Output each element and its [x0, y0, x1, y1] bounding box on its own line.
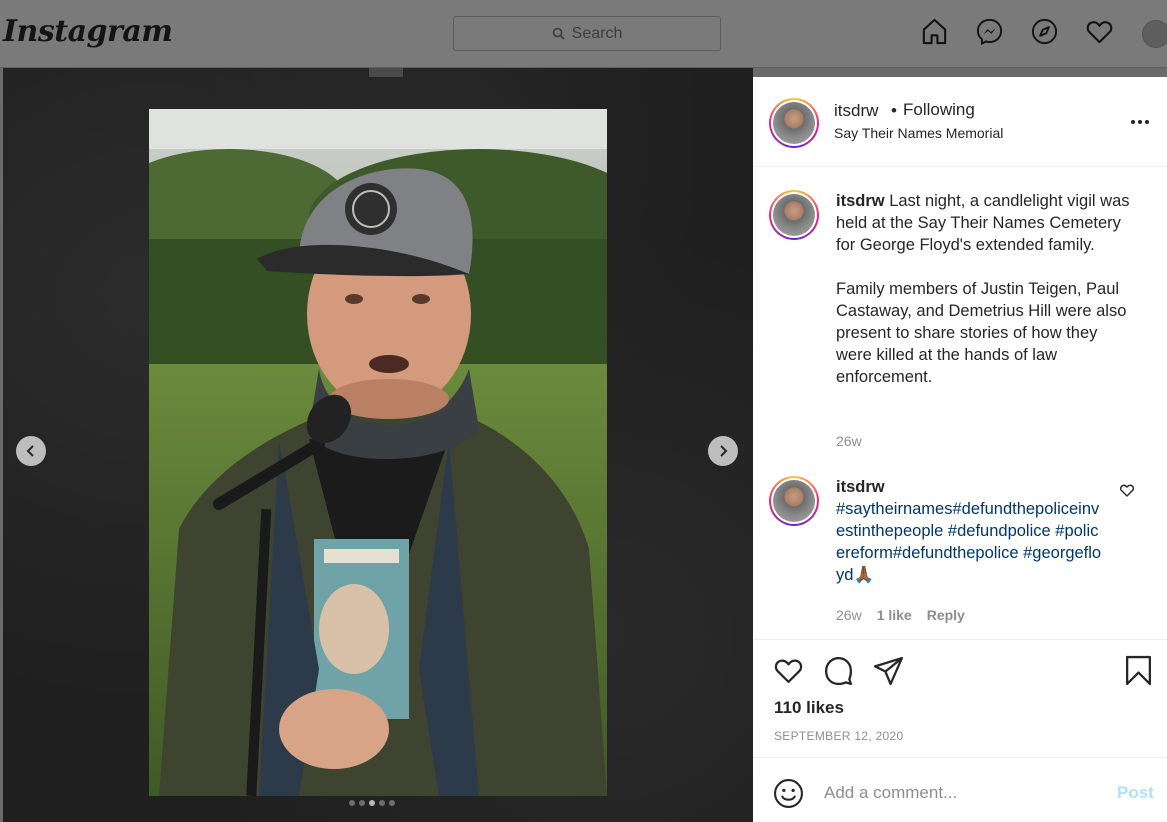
instagram-logo[interactable]: Instagram — [3, 14, 173, 49]
top-nav-bar: Instagram Search — [0, 0, 1167, 68]
more-options-icon[interactable] — [1131, 117, 1155, 127]
comment-like-heart-icon[interactable] — [1119, 482, 1135, 498]
home-icon[interactable] — [920, 17, 949, 46]
comment-username[interactable]: itsdrw — [836, 476, 1104, 498]
comment-age[interactable]: 26w — [836, 607, 862, 623]
caption-age[interactable]: 26w — [836, 433, 862, 449]
add-comment-bar: Add a comment... Post — [753, 757, 1167, 822]
emoji-smiley-icon[interactable] — [773, 778, 804, 809]
next-photo-button[interactable] — [708, 436, 738, 466]
like-count[interactable]: 110 likes — [774, 698, 844, 718]
photo-illustration — [149, 109, 607, 796]
prev-photo-button[interactable] — [16, 436, 46, 466]
comment-hashtags[interactable]: #saytheirnames#defundthepoliceinvestinth… — [836, 500, 1101, 584]
location-link[interactable]: Say Their Names Memorial — [834, 125, 1003, 141]
share-send-icon[interactable] — [873, 655, 904, 686]
save-bookmark-icon[interactable] — [1123, 655, 1154, 686]
explore-icon[interactable] — [1030, 17, 1059, 46]
folded-hands-emoji: 🙏🏾 — [853, 566, 874, 584]
post-media — [3, 68, 753, 822]
search-placeholder: Search — [571, 24, 623, 42]
carousel-dot — [379, 800, 385, 806]
carousel-dot-active — [369, 800, 375, 806]
chevron-left-icon — [26, 445, 34, 457]
caption-text-2: Family members of Justin Teigen, Paul Ca… — [836, 280, 1127, 386]
post-photo[interactable] — [149, 109, 607, 796]
activity-heart-icon[interactable] — [1085, 17, 1114, 46]
post-actions: 110 likes SEPTEMBER 12, 2020 — [753, 639, 1167, 757]
chevron-right-icon — [720, 445, 728, 457]
post-comment-button[interactable]: Post — [1117, 783, 1154, 803]
carousel-dot — [389, 800, 395, 806]
follow-status-button[interactable]: Following — [903, 100, 975, 120]
comment-avatar[interactable] — [769, 476, 819, 526]
author-username[interactable]: itsdrw — [834, 101, 878, 121]
caption-avatar[interactable] — [769, 190, 819, 240]
comment-like-count[interactable]: 1 like — [877, 607, 912, 623]
profile-avatar[interactable] — [1142, 20, 1167, 48]
author-avatar[interactable] — [769, 98, 819, 148]
reply-button[interactable]: Reply — [927, 607, 965, 623]
messenger-icon[interactable] — [975, 17, 1004, 46]
search-box[interactable]: Search — [453, 16, 721, 51]
comment-bubble-icon[interactable] — [823, 655, 854, 686]
carousel-dot — [359, 800, 365, 806]
like-heart-icon[interactable] — [773, 655, 804, 686]
caption-username[interactable]: itsdrw — [836, 192, 885, 210]
post-header: itsdrw • Following Say Their Names Memor… — [753, 77, 1167, 167]
comment-input[interactable]: Add a comment... — [824, 783, 957, 803]
carousel-dot — [349, 800, 355, 806]
post-date: SEPTEMBER 12, 2020 — [774, 729, 904, 743]
tape-decoration — [369, 68, 403, 77]
search-icon — [552, 27, 565, 40]
post-detail-panel: itsdrw • Following Say Their Names Memor… — [753, 77, 1167, 822]
carousel-dots — [349, 800, 395, 806]
separator-dot: • — [891, 101, 897, 120]
